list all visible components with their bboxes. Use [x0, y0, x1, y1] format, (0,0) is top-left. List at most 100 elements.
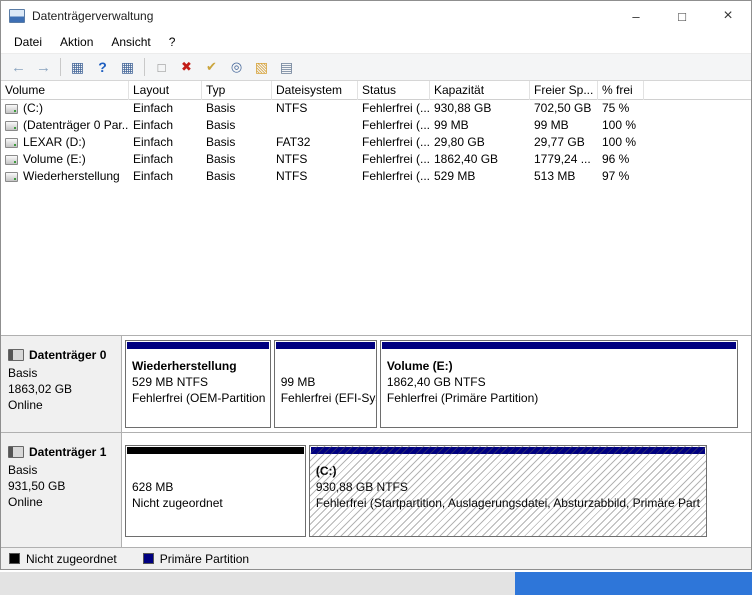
partition-title: (C:) — [315, 464, 337, 478]
volume-list: Volume Layout Typ Dateisystem Status Kap… — [1, 80, 751, 185]
menu-ansicht[interactable]: Ansicht — [102, 32, 159, 52]
partition-color-band — [310, 447, 706, 454]
menu-datei[interactable]: Datei — [5, 32, 51, 52]
dateisystem-cell: NTFS — [276, 101, 308, 115]
legend-bar: Nicht zugeordnet Primäre Partition — [1, 547, 751, 569]
disk-icon — [8, 349, 24, 361]
minimize-button[interactable]: – — [613, 1, 659, 31]
partition-info: (C:) 930,88 GB NTFS Fehlerfrei (Startpar… — [310, 455, 706, 511]
partition-size: 99 MB — [280, 375, 316, 389]
list-view-icon[interactable]: ▤ — [275, 56, 298, 78]
forward-icon[interactable]: → — [32, 56, 55, 78]
prozent-frei-cell: 75 % — [602, 101, 630, 115]
command-icon[interactable]: □ — [150, 56, 173, 78]
freier-speicher-cell: 29,77 GB — [534, 135, 585, 149]
volume-label: Volume (E:) — [23, 152, 86, 166]
toolbar-separator — [60, 58, 61, 76]
menu-hilfe[interactable]: ? — [160, 32, 185, 52]
back-icon[interactable]: ← — [7, 56, 30, 78]
partition-status: Fehlerfrei (Startpartition, Auslagerungs… — [315, 496, 701, 510]
typ-cell: Basis — [206, 118, 236, 132]
taskbar-button[interactable] — [515, 572, 752, 595]
prozent-frei-cell: 97 % — [602, 169, 630, 183]
taskbar-strip — [0, 572, 752, 595]
column-header-kapazitaet[interactable]: Kapazität — [430, 80, 530, 100]
layout-cell: Einfach — [133, 135, 174, 149]
menu-bar: Datei Aktion Ansicht ? — [1, 31, 751, 53]
volume-label: Wiederherstellung — [23, 169, 120, 183]
partition-status: Fehlerfrei (EFI-Sys — [280, 391, 376, 405]
layout-cell: Einfach — [133, 169, 174, 183]
partition-size: 930,88 GB NTFS — [315, 480, 408, 494]
table-row-lexar[interactable]: LEXAR (D:) Einfach Basis FAT32 Fehlerfre… — [1, 134, 751, 151]
column-header-freier-speicher[interactable]: Freier Sp... — [530, 80, 598, 100]
column-header-volume[interactable]: Volume — [1, 80, 129, 100]
properties-window-icon[interactable]: ▦ — [116, 56, 139, 78]
legend-label: Primäre Partition — [159, 551, 250, 566]
disk-name: Datenträger 0 — [29, 348, 107, 362]
freier-speicher-cell: 99 MB — [534, 118, 569, 132]
typ-cell: Basis — [206, 152, 236, 166]
volume-list-header: Volume Layout Typ Dateisystem Status Kap… — [1, 80, 751, 100]
prozent-frei-cell: 100 % — [602, 118, 637, 132]
status-cell: Fehlerfrei (... — [362, 118, 430, 132]
partition-c[interactable]: (C:) 930,88 GB NTFS Fehlerfrei (Startpar… — [308, 445, 708, 537]
column-header-prozent-frei[interactable]: % frei — [598, 80, 644, 100]
partition-info: 628 MB Nicht zugeordnet — [126, 455, 305, 511]
window-title: Datenträgerverwaltung — [32, 9, 154, 23]
delete-volume-icon[interactable]: ✖ — [175, 56, 198, 78]
kapazitaet-cell: 29,80 GB — [434, 135, 485, 149]
table-row-efi[interactable]: (Datenträger 0 Par... Einfach Basis Fehl… — [1, 117, 751, 134]
mark-active-icon[interactable]: ✔ — [200, 56, 223, 78]
disk-name: Datenträger 1 — [29, 445, 107, 459]
drive-icon — [5, 137, 18, 148]
help-icon[interactable]: ? — [91, 56, 114, 78]
volume-cell: Wiederherstellung — [1, 168, 129, 185]
toolbar-separator — [144, 58, 145, 76]
volume-cell: LEXAR (D:) — [1, 134, 129, 151]
console-tree-icon[interactable]: ▦ — [66, 56, 89, 78]
column-header-filler — [644, 81, 751, 100]
column-header-status[interactable]: Status — [358, 80, 430, 100]
table-row-wiederherstellung[interactable]: Wiederherstellung Einfach Basis NTFS Feh… — [1, 168, 751, 185]
open-folder-icon[interactable]: ▧ — [250, 56, 273, 78]
disk-type: Basis — [8, 366, 38, 380]
maximize-button[interactable]: □ — [659, 1, 705, 31]
menu-aktion[interactable]: Aktion — [51, 32, 102, 52]
disk-0-header[interactable]: Datenträger 0 Basis 1863,02 GB Online — [1, 336, 122, 432]
explore-icon[interactable]: ◎ — [225, 56, 248, 78]
status-cell: Fehlerfrei (... — [362, 169, 430, 183]
partition-efi-system[interactable]: 99 MB Fehlerfrei (EFI-Sys — [273, 340, 377, 428]
status-cell: Fehlerfrei (... — [362, 101, 430, 115]
unallocated-swatch — [9, 553, 20, 564]
column-header-layout[interactable]: Layout — [129, 80, 202, 100]
table-row-c[interactable]: (C:) Einfach Basis NTFS Fehlerfrei (... … — [1, 100, 751, 117]
freier-speicher-cell: 1779,24 ... — [534, 152, 591, 166]
partition-unallocated[interactable]: 628 MB Nicht zugeordnet — [125, 445, 306, 537]
table-row-e[interactable]: Volume (E:) Einfach Basis NTFS Fehlerfre… — [1, 151, 751, 168]
column-header-typ[interactable]: Typ — [202, 80, 272, 100]
volume-label: (Datenträger 0 Par... — [23, 118, 129, 132]
partition-color-band — [127, 342, 269, 349]
partition-color-band — [381, 342, 737, 349]
disk-1-header[interactable]: Datenträger 1 Basis 931,50 GB Online — [1, 433, 122, 547]
dateisystem-cell: NTFS — [276, 152, 308, 166]
dateisystem-cell: NTFS — [276, 169, 308, 183]
partition-volume-e[interactable]: Volume (E:) 1862,40 GB NTFS Fehlerfrei (… — [379, 340, 739, 428]
partition-info: Wiederherstellung 529 MB NTFS Fehlerfrei… — [126, 350, 270, 406]
partition-wiederherstellung[interactable]: Wiederherstellung 529 MB NTFS Fehlerfrei… — [125, 340, 271, 428]
freier-speicher-cell: 513 MB — [534, 169, 576, 183]
column-header-dateisystem[interactable]: Dateisystem — [272, 80, 358, 100]
drive-icon — [5, 171, 18, 182]
layout-cell: Einfach — [133, 152, 174, 166]
partition-size: 1862,40 GB NTFS — [386, 375, 486, 389]
partition-info: Volume (E:) 1862,40 GB NTFS Fehlerfrei (… — [381, 350, 737, 406]
partition-title: Volume (E:) — [386, 359, 453, 373]
close-button[interactable]: × — [705, 1, 751, 31]
disk-icon — [8, 446, 24, 458]
app-icon — [9, 9, 25, 23]
drive-icon — [5, 120, 18, 131]
freier-speicher-cell: 702,50 GB — [534, 101, 592, 115]
disk-status: Online — [8, 398, 43, 412]
toolbar: ← → ▦ ? ▦ □ ✖ ✔ ◎ ▧ ▤ — [1, 53, 751, 81]
